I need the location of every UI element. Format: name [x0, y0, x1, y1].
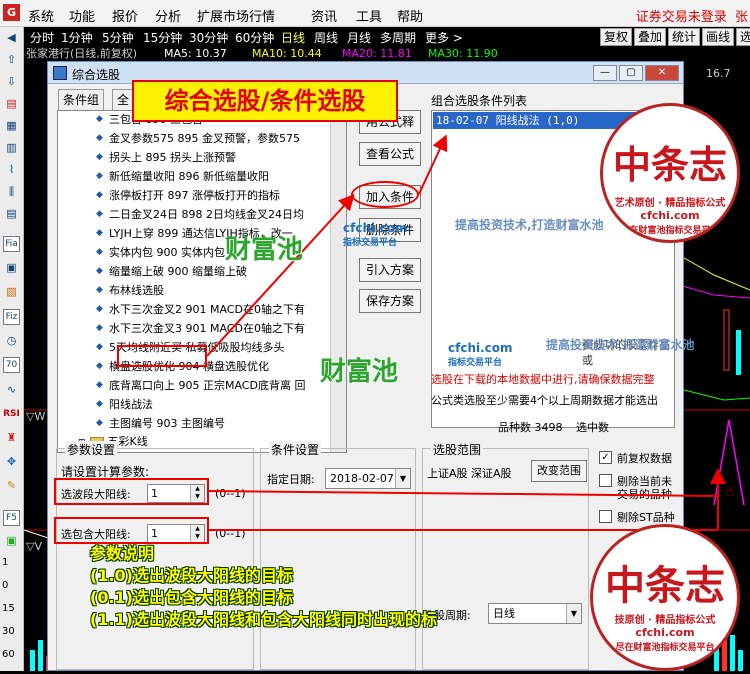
brand-seal: 中条志 艺术原创 · 精品指标公式 cfchi.com 尽在财富池指标交易平台 — [600, 103, 740, 243]
note-line: (0.1)选出包含大阳线的目标 — [90, 588, 293, 607]
notes-heading: 参数说明 — [90, 544, 155, 563]
brand-seal: 中条志 技原创 · 精品指标公式 cfchi.com 尽在财富池指标交易平台 — [590, 524, 740, 671]
annotation-title: 综合选股/条件选股 — [132, 80, 398, 122]
arrow-to-add — [206, 194, 355, 357]
cursor-icon: ☝ — [725, 484, 734, 500]
arrow-to-list — [418, 134, 448, 195]
arrow-param1 — [208, 490, 719, 497]
watermark-logo: 财富池 cfchi.com 指标交易平台 — [225, 221, 408, 265]
note-line: (1.0)选出波段大阳线的目标 — [90, 566, 293, 585]
param-notes: 参数说明 (1.0)选出波段大阳线的目标 (0.1)选出包含大阳线的目标 (1.… — [90, 543, 437, 631]
watermark-slogan: 提高投资技术,打造财富水池 — [455, 218, 604, 232]
watermark-slogan: 提高投资技术,打造财富水池 — [546, 338, 695, 352]
note-line: (1.1)选出波段大阳线和包含大阳线同时出现的标 — [90, 610, 437, 629]
watermark-logo: 财富池 cfchi.com 指标交易平台 — [320, 341, 513, 387]
